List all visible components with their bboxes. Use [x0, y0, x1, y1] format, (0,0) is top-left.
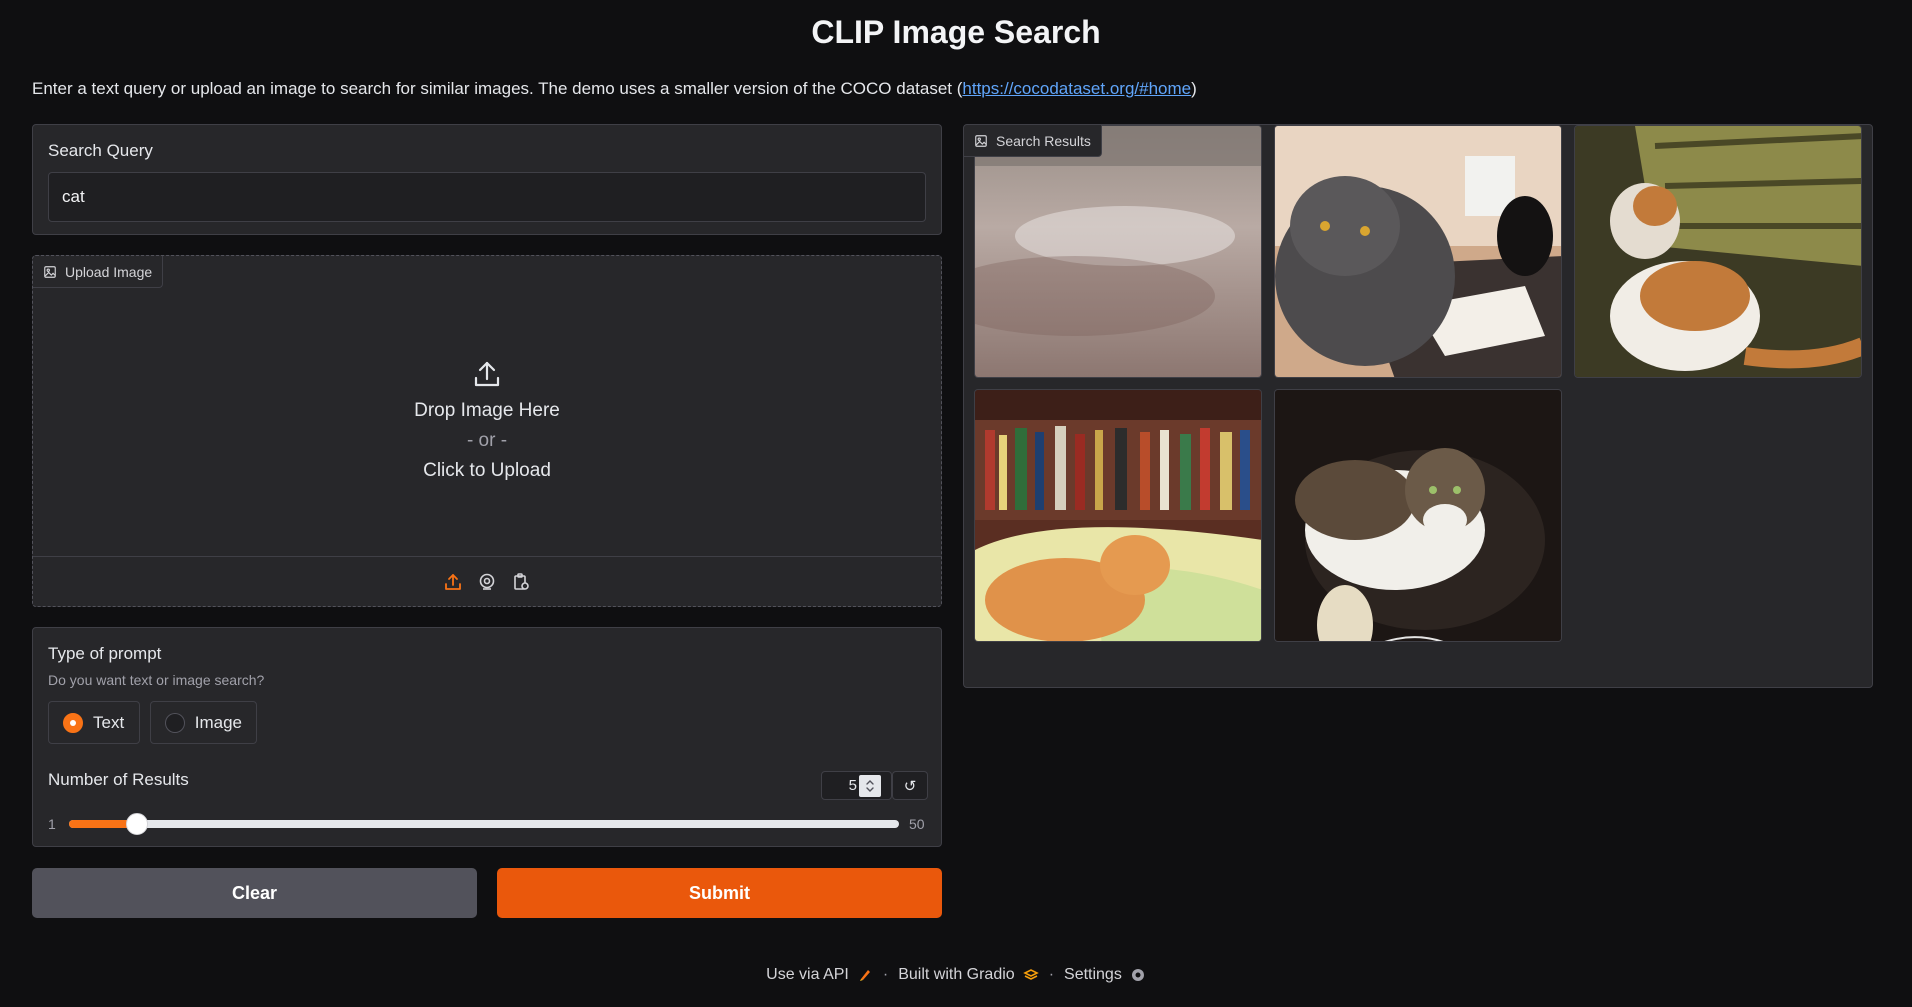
num-results-slider[interactable]	[69, 813, 899, 835]
upload-image-label: Upload Image	[65, 263, 153, 280]
search-results-tag: Search Results	[964, 125, 1102, 157]
page-title: CLIP Image Search	[811, 14, 1101, 50]
page-description: Enter a text query or upload an image to…	[32, 79, 1197, 99]
built-with-gradio-label: Built with Gradio	[898, 966, 1015, 983]
rocket-icon	[857, 967, 873, 983]
search-query-block: Search Query cat	[32, 124, 942, 235]
slider-thumb[interactable]	[126, 813, 148, 835]
result-image-1[interactable]	[974, 125, 1262, 378]
upload-icon	[471, 358, 503, 396]
search-query-input[interactable]: cat	[48, 172, 926, 222]
image-icon	[974, 134, 988, 148]
upload-source-icon[interactable]	[443, 572, 463, 592]
prompt-type-info: Do you want text or image search?	[48, 672, 265, 688]
result-image-2[interactable]	[1274, 125, 1562, 378]
coco-link[interactable]: https://cocodataset.org/#home	[962, 79, 1191, 98]
num-results-input[interactable]: 5	[821, 771, 892, 800]
search-query-label: Search Query	[48, 141, 153, 160]
search-options-block: Type of prompt Do you want text or image…	[32, 627, 942, 847]
radio-image[interactable]: Image	[150, 701, 257, 744]
slider-min-label: 1	[48, 816, 56, 832]
result-image-3[interactable]	[1574, 125, 1862, 378]
image-drop-zone[interactable]: Drop Image Here - or - Click to Upload	[33, 288, 941, 556]
prompt-type-label: Type of prompt	[48, 644, 162, 663]
slider-max-label: 50	[909, 816, 925, 832]
radio-text[interactable]: Text	[48, 701, 140, 744]
webcam-icon[interactable]	[477, 572, 497, 592]
image-icon	[43, 265, 57, 279]
or-text: - or -	[466, 430, 508, 451]
upload-source-toolbar	[33, 556, 941, 606]
gear-icon	[1130, 967, 1146, 983]
footer-separator: ·	[882, 966, 889, 983]
use-via-api-label: Use via API	[766, 966, 849, 983]
settings-label: Settings	[1064, 966, 1122, 983]
spinner-icon[interactable]	[859, 775, 881, 797]
radio-checked-icon	[63, 712, 83, 733]
radio-image-label: Image	[194, 712, 242, 732]
upload-image-tag: Upload Image	[33, 256, 164, 288]
built-with-gradio-link[interactable]: Built with Gradio	[898, 966, 1039, 984]
gradio-logo-icon	[1022, 967, 1039, 983]
num-results-label: Number of Results	[48, 770, 189, 789]
use-via-api-link[interactable]: Use via API	[766, 966, 873, 984]
clipboard-icon[interactable]	[511, 572, 531, 592]
radio-text-label: Text	[93, 712, 125, 732]
footer-separator: ·	[1048, 966, 1055, 983]
reset-button[interactable]: ↺	[892, 771, 928, 800]
search-results-label: Search Results	[996, 132, 1091, 149]
result-image-5[interactable]	[1274, 389, 1562, 642]
drop-image-text: Drop Image Here	[414, 400, 560, 421]
description-end: )	[1191, 79, 1197, 98]
search-results-gallery: Search Results	[963, 124, 1873, 688]
result-image-4[interactable]	[974, 389, 1262, 642]
radio-unchecked-icon	[165, 712, 185, 733]
upload-image-block: Upload Image Drop Image Here - or - Clic…	[32, 255, 942, 607]
description-text: Enter a text query or upload an image to…	[32, 79, 963, 98]
submit-button[interactable]: Submit	[497, 868, 942, 918]
settings-link[interactable]: Settings	[1064, 966, 1146, 984]
clear-button[interactable]: Clear	[32, 868, 477, 918]
footer: Use via API · Built with Gradio · Settin…	[0, 966, 1912, 984]
click-upload-text: Click to Upload	[423, 460, 551, 481]
reset-icon: ↺	[903, 777, 917, 795]
